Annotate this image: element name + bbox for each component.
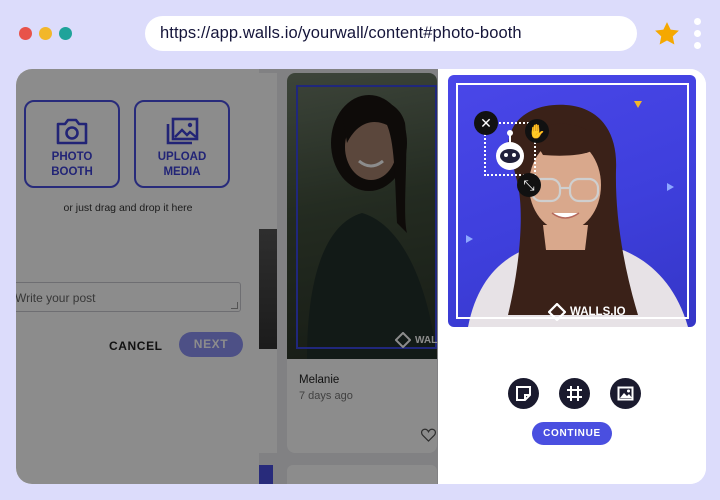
booth-brand-text: WALLS.IO xyxy=(570,306,626,318)
image-tool-button[interactable] xyxy=(610,378,641,409)
sticker-icon xyxy=(516,386,531,401)
remove-sticker-icon[interactable]: ✕ xyxy=(474,111,498,135)
rotate-sticker-icon[interactable]: ✋ xyxy=(525,119,549,143)
address-bar[interactable]: https://app.walls.io/yourwall/content#ph… xyxy=(145,16,637,51)
continue-button[interactable]: CONTINUE xyxy=(532,422,612,445)
bookmark-star-icon[interactable] xyxy=(652,19,682,49)
browser-menu-icon[interactable] xyxy=(692,18,702,52)
url-text: https://app.walls.io/yourwall/content#ph… xyxy=(160,24,522,42)
photo-booth-panel: WALLS.IO ✕ ✋ ⤡ CONTINUE xyxy=(438,69,706,484)
window-close-dot[interactable] xyxy=(19,27,32,40)
modal-overlay[interactable] xyxy=(16,69,438,484)
app-window: PHOTO BOOTH UPLOAD MEDIA or just drag an… xyxy=(16,69,706,484)
resize-sticker-icon[interactable]: ⤡ xyxy=(517,173,541,197)
image-icon xyxy=(617,386,634,401)
content-app: PHOTO BOOTH UPLOAD MEDIA or just drag an… xyxy=(16,69,438,484)
walls-logo-icon xyxy=(548,303,566,321)
booth-brand: WALLS.IO xyxy=(542,303,632,321)
camera-preview: WALLS.IO ✕ ✋ ⤡ xyxy=(448,75,696,327)
sticker-tool-button[interactable] xyxy=(508,378,539,409)
window-maximize-dot[interactable] xyxy=(59,27,72,40)
robot-sticker-icon[interactable] xyxy=(491,129,529,173)
window-minimize-dot[interactable] xyxy=(39,27,52,40)
booth-toolbar xyxy=(508,378,641,409)
frame-tool-button[interactable] xyxy=(559,378,590,409)
frame-icon xyxy=(567,386,582,401)
